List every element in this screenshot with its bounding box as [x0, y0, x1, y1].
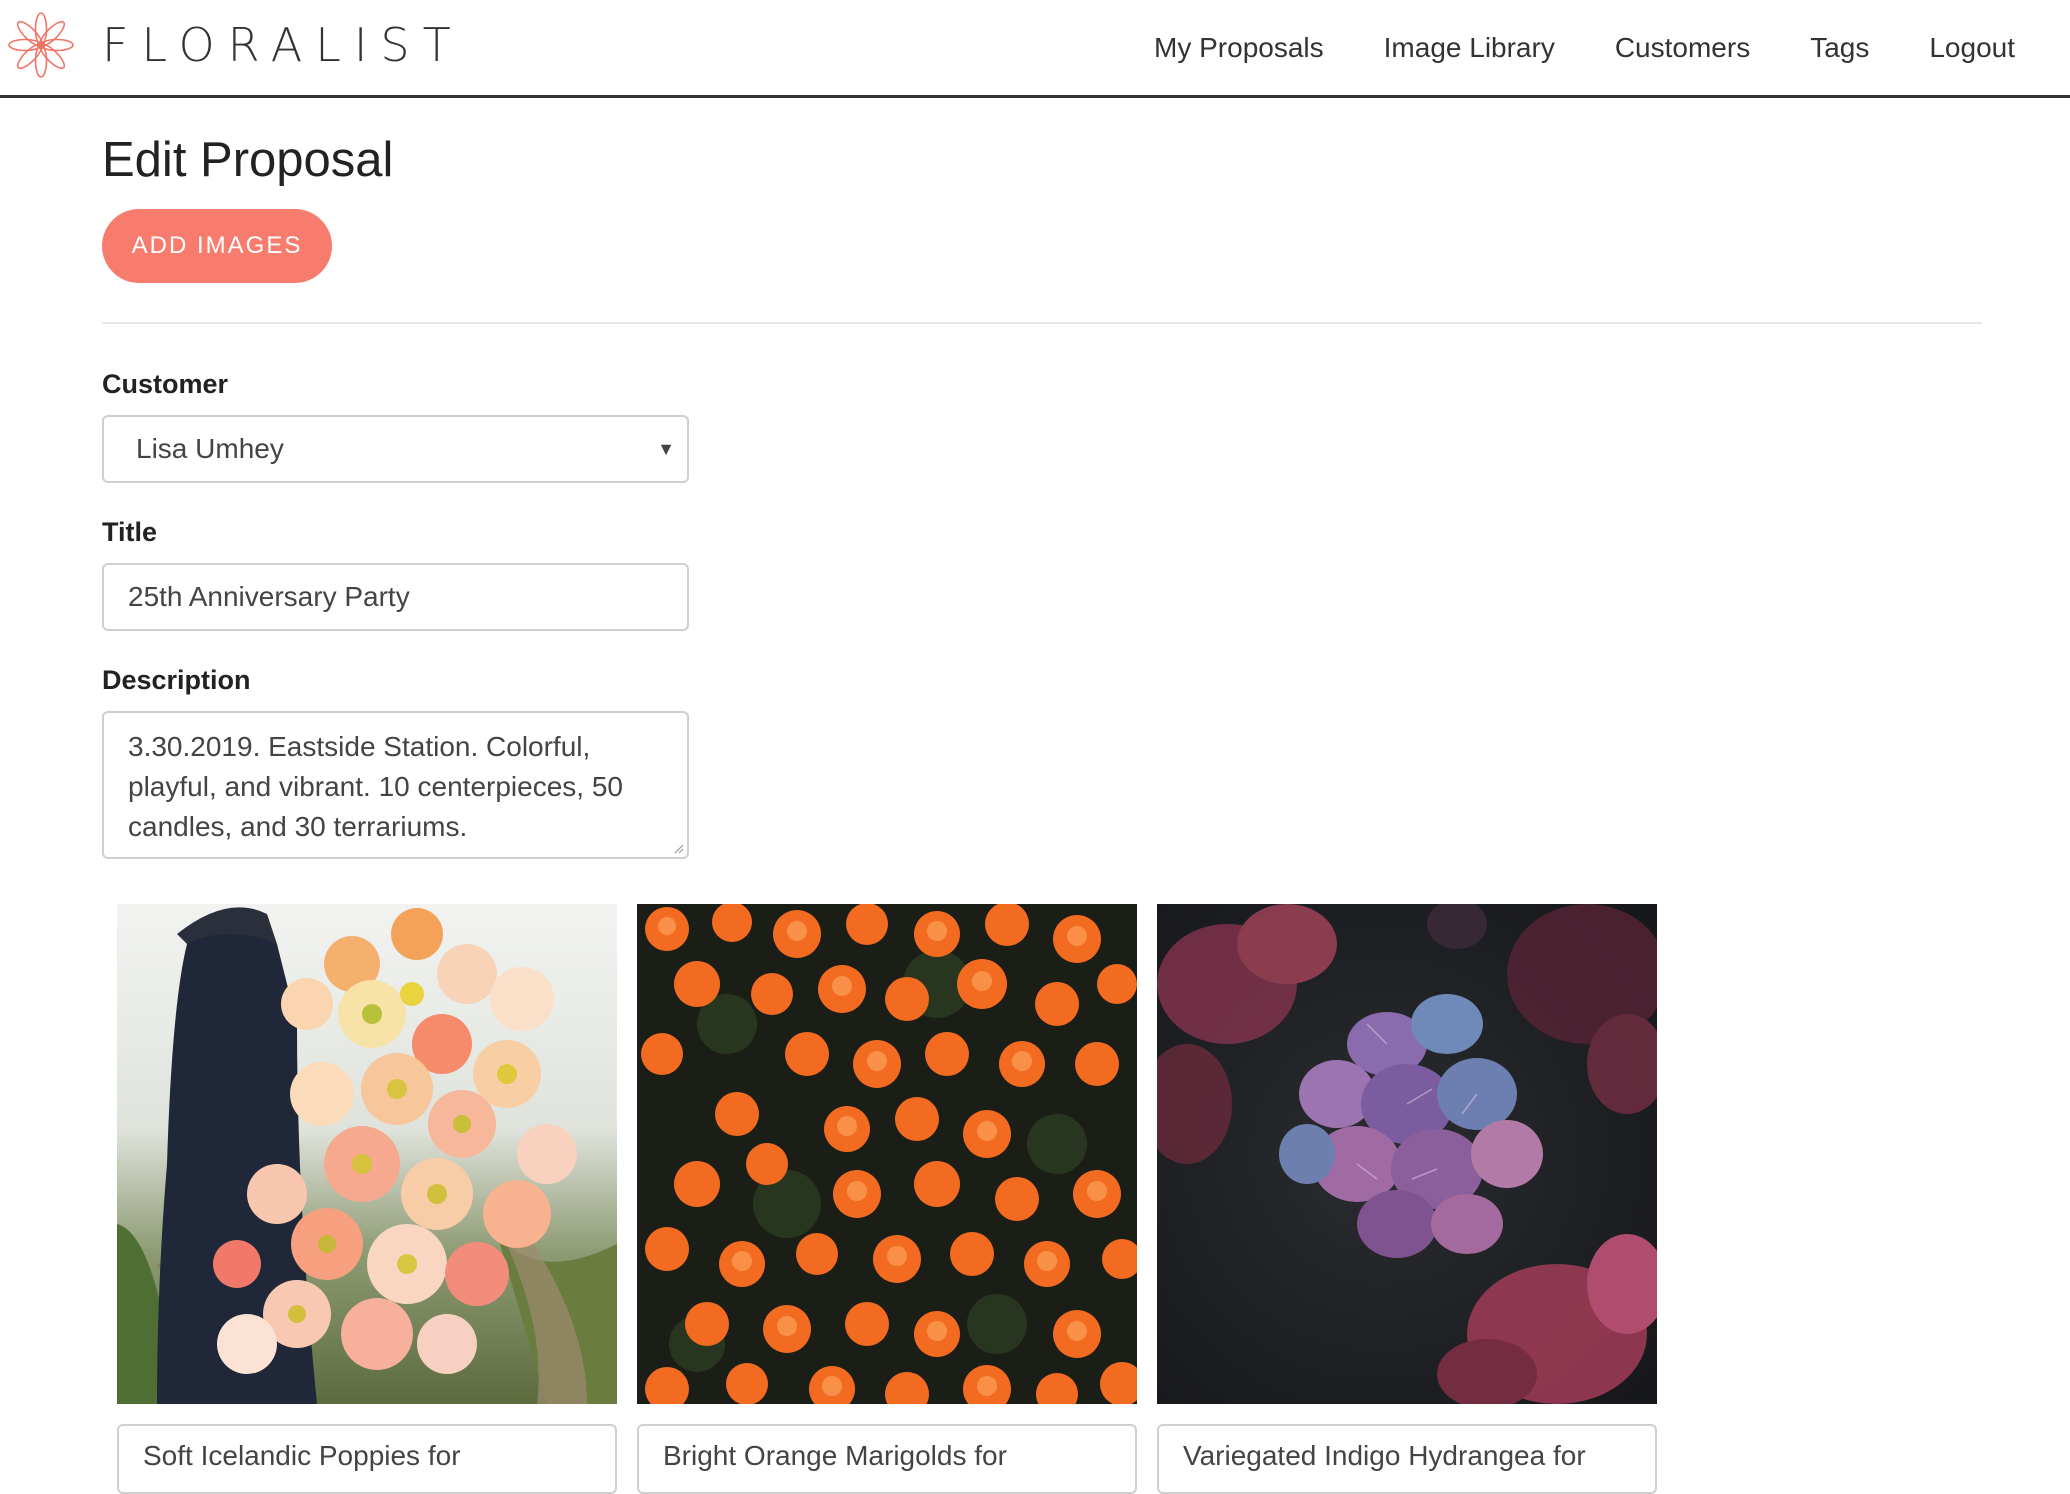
image-card[interactable]: Bright Orange Marigolds for: [637, 904, 1137, 1494]
image-caption-input[interactable]: Soft Icelandic Poppies for: [117, 1424, 617, 1494]
image-card[interactable]: Variegated Indigo Hydrangea for: [1157, 904, 1657, 1494]
customer-label: Customer: [102, 369, 229, 399]
description-label: Description: [102, 665, 251, 695]
customer-select-value: Lisa Umhey: [136, 433, 284, 464]
page-title: Edit Proposal: [102, 133, 394, 187]
description-text: 3.30.2019. Eastside Station. Colorful, p…: [128, 731, 623, 842]
resize-handle-icon[interactable]: [672, 842, 684, 854]
nav-image-library[interactable]: Image Library: [1384, 32, 1555, 64]
poppies-photo-icon[interactable]: [117, 904, 617, 1404]
title-input[interactable]: 25th Anniversary Party: [102, 563, 689, 631]
nav-tags[interactable]: Tags: [1810, 32, 1869, 64]
description-textarea[interactable]: 3.30.2019. Eastside Station. Colorful, p…: [102, 711, 689, 859]
top-navbar: FLORALIST My Proposals Image Library Cus…: [0, 0, 2070, 98]
image-card[interactable]: Soft Icelandic Poppies for: [117, 904, 617, 1494]
title-label: Title: [102, 517, 158, 547]
brand[interactable]: FLORALIST: [6, 10, 464, 80]
image-caption-input[interactable]: Bright Orange Marigolds for: [637, 1424, 1137, 1494]
image-caption-input[interactable]: Variegated Indigo Hydrangea for: [1157, 1424, 1657, 1494]
flower-logo-icon: [8, 12, 74, 78]
nav-logout[interactable]: Logout: [1929, 32, 2015, 64]
brand-name: FLORALIST: [102, 18, 464, 72]
nav-customers[interactable]: Customers: [1615, 32, 1750, 64]
marigolds-photo-icon[interactable]: [637, 904, 1137, 1404]
divider: [102, 322, 1982, 324]
customer-select[interactable]: Lisa Umhey ▼: [102, 415, 689, 483]
main-nav: My Proposals Image Library Customers Tag…: [1154, 0, 2070, 95]
add-images-button[interactable]: ADD IMAGES: [102, 209, 332, 283]
nav-my-proposals[interactable]: My Proposals: [1154, 32, 1324, 64]
dropdown-arrow-icon: ▼: [657, 439, 675, 459]
hydrangea-photo-icon[interactable]: [1157, 904, 1657, 1404]
